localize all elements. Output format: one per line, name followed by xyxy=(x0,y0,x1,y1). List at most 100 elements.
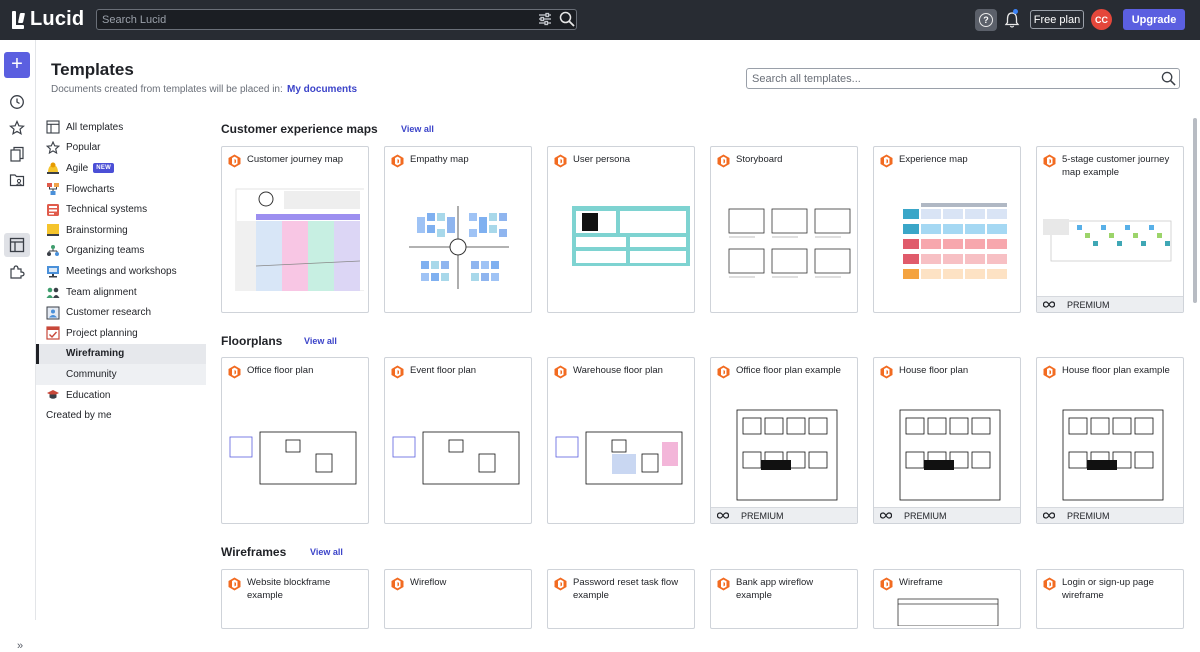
nav-item-organizing-teams[interactable]: Organizing teams xyxy=(36,241,206,262)
documents-icon[interactable] xyxy=(9,146,25,162)
nav-item-label: Customer research xyxy=(66,307,152,319)
template-card-header: Bank app wireflow example xyxy=(717,576,851,602)
view-all-link[interactable]: View all xyxy=(304,336,337,346)
meetings-icon xyxy=(47,266,59,278)
expand-rail-icon[interactable]: » xyxy=(17,640,23,652)
upgrade-button[interactable]: Upgrade xyxy=(1123,9,1185,30)
view-all-link[interactable]: View all xyxy=(401,124,434,134)
template-thumbnail xyxy=(878,392,1016,504)
template-card-header: Office floor plan xyxy=(228,364,362,379)
nav-item-label: Organizing teams xyxy=(66,245,145,257)
lucid-template-icon xyxy=(554,365,567,379)
template-thumbnail xyxy=(878,596,1016,627)
destination-link[interactable]: My documents xyxy=(287,84,357,95)
nav-item-popular[interactable]: Popular xyxy=(36,138,206,159)
nav-item-meetings-workshops[interactable]: Meetings and workshops xyxy=(36,261,206,282)
notifications-bell-icon[interactable] xyxy=(1004,11,1020,29)
nav-item-label: Wireframing xyxy=(66,348,125,360)
global-search-input[interactable] xyxy=(97,10,517,30)
templates-icon[interactable] xyxy=(9,237,25,253)
nav-item-education[interactable]: Education xyxy=(36,385,206,406)
lucid-template-icon xyxy=(717,154,730,168)
template-thumbnail xyxy=(389,181,527,309)
shared-folder-icon[interactable] xyxy=(9,172,25,188)
template-card[interactable]: User persona xyxy=(547,146,695,313)
community-icon xyxy=(46,367,60,381)
recent-clock-icon[interactable] xyxy=(9,94,25,110)
free-plan-button[interactable]: Free plan xyxy=(1030,10,1084,29)
template-card[interactable]: Experience map xyxy=(873,146,1021,313)
template-card[interactable]: Customer journey map xyxy=(221,146,369,313)
all-templates-icon xyxy=(46,120,60,134)
template-search-input[interactable] xyxy=(747,69,1147,89)
template-search[interactable] xyxy=(746,68,1180,89)
template-card-title: Customer journey map xyxy=(247,154,344,165)
filter-icon[interactable] xyxy=(538,12,552,26)
template-card-title: 5-stage customer journey map example xyxy=(1062,154,1170,178)
nav-item-brainstorming[interactable]: Brainstorming xyxy=(36,220,206,241)
template-card-title: Password reset task flow example xyxy=(573,577,679,601)
destination-label: Documents created from templates will be… xyxy=(51,84,283,95)
template-card[interactable]: Login or sign-up page wireframe xyxy=(1036,569,1184,629)
template-card[interactable]: Website blockframe example xyxy=(221,569,369,629)
nav-item-flowcharts[interactable]: Flowcharts xyxy=(36,179,206,200)
template-card[interactable]: 5-stage customer journey map example PREM… xyxy=(1036,146,1184,313)
nav-item-created-by-me[interactable]: Created by me xyxy=(36,405,206,426)
education-icon xyxy=(47,390,59,399)
integrations-puzzle-icon[interactable] xyxy=(9,263,25,279)
nav-item-community[interactable]: Community xyxy=(36,364,206,385)
nav-item-label: Meetings and workshops xyxy=(66,265,177,277)
scrollbar-thumb[interactable] xyxy=(1193,118,1197,303)
template-thumbnail xyxy=(878,181,1016,309)
nav-item-project-planning[interactable]: Project planning xyxy=(36,323,206,344)
help-button[interactable]: ? xyxy=(975,9,997,31)
search-icon[interactable] xyxy=(1161,71,1176,86)
infinity-icon xyxy=(717,512,735,519)
lucid-logo[interactable]: Lucid xyxy=(12,8,84,31)
lucid-template-icon xyxy=(228,154,241,168)
star-icon xyxy=(46,140,60,154)
nav-item-all-templates[interactable]: All templates xyxy=(36,117,206,138)
premium-badge: PREMIUM xyxy=(711,507,857,523)
template-card-header: Login or sign-up page wireframe xyxy=(1043,576,1177,602)
template-card[interactable]: Office floor plan example PREMIUM xyxy=(710,357,858,524)
premium-badge: PREMIUM xyxy=(874,507,1020,523)
template-card-header: Wireframe xyxy=(880,576,1014,591)
template-card[interactable]: Bank app wireflow example xyxy=(710,569,858,629)
brand-name: Lucid xyxy=(30,8,85,30)
nav-item-team-alignment[interactable]: Team alignment xyxy=(36,282,206,303)
template-card[interactable]: House floor plan example PREMIUM xyxy=(1036,357,1184,524)
user-avatar[interactable]: CC xyxy=(1091,9,1112,30)
left-rail: + » xyxy=(0,40,36,652)
template-card[interactable]: Empathy map xyxy=(384,146,532,313)
template-card[interactable]: Event floor plan xyxy=(384,357,532,524)
new-badge: NEW xyxy=(93,163,115,174)
template-card[interactable]: House floor plan PREMIUM xyxy=(873,357,1021,524)
template-card[interactable]: Storyboard xyxy=(710,146,858,313)
section-title: Floorplans xyxy=(221,334,283,348)
template-card-header: Customer journey map xyxy=(228,153,362,168)
template-card[interactable]: Password reset task flow example xyxy=(547,569,695,629)
search-icon[interactable] xyxy=(559,11,575,27)
nav-item-wireframing[interactable]: Wireframing xyxy=(36,343,206,365)
nav-item-label: Popular xyxy=(66,142,101,154)
template-card[interactable]: Office floor plan xyxy=(221,357,369,524)
view-all-link[interactable]: View all xyxy=(310,547,343,557)
template-card-title: House floor plan example xyxy=(1062,365,1170,376)
global-search[interactable] xyxy=(96,9,577,30)
nav-item-label: Technical systems xyxy=(66,204,148,216)
template-card-header: House floor plan example xyxy=(1043,364,1177,379)
template-card-header: Event floor plan xyxy=(391,364,525,379)
template-card[interactable]: Wireflow xyxy=(384,569,532,629)
create-new-button[interactable]: + xyxy=(4,52,30,78)
infinity-icon xyxy=(1043,512,1061,519)
nav-item-technical-systems[interactable]: Technical systems xyxy=(36,199,206,220)
lucid-template-icon xyxy=(554,577,567,591)
template-card[interactable]: Warehouse floor plan xyxy=(547,357,695,524)
favorites-star-icon[interactable] xyxy=(9,120,25,136)
template-card[interactable]: Wireframe xyxy=(873,569,1021,629)
nav-item-label: Team alignment xyxy=(66,286,137,298)
nav-item-customer-research[interactable]: Customer research xyxy=(36,302,206,323)
nav-item-agile[interactable]: Agile NEW xyxy=(36,158,206,179)
help-icon: ? xyxy=(979,13,993,27)
